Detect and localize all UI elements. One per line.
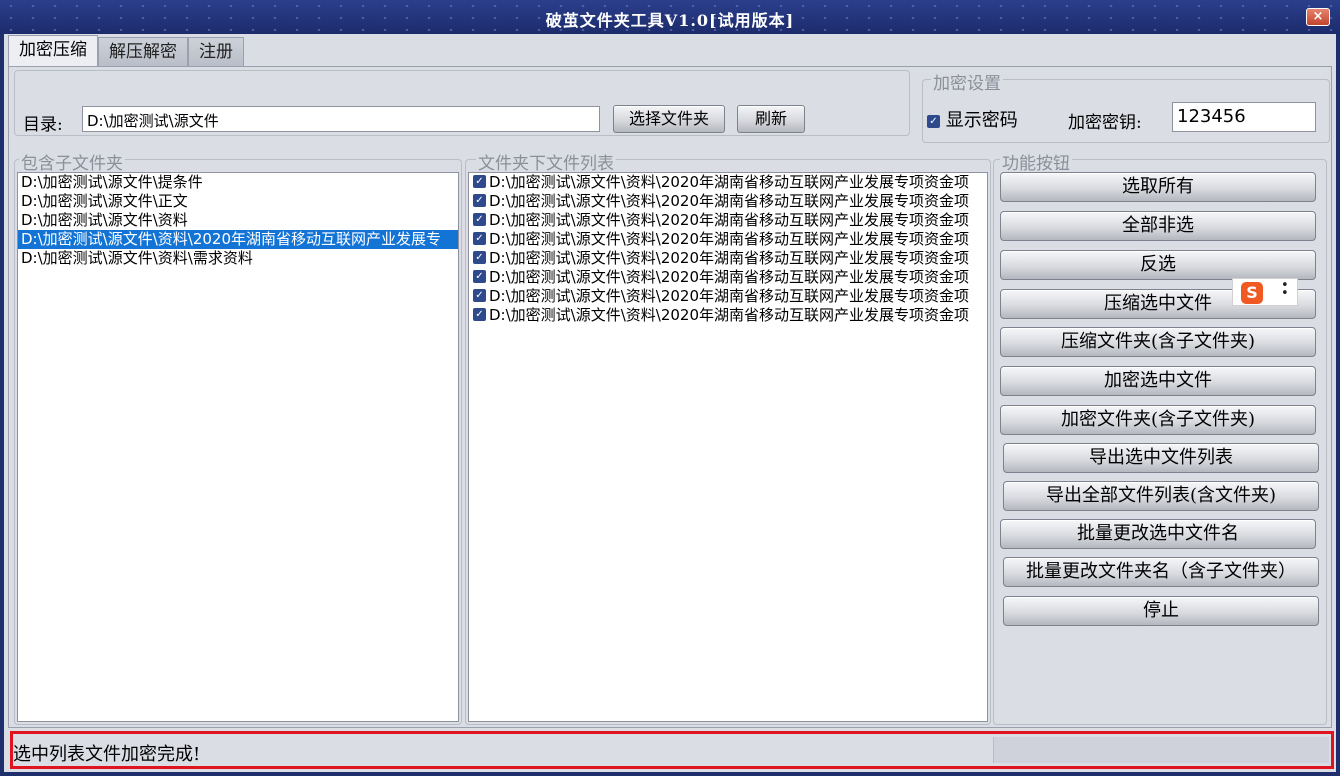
file-checkbox[interactable]: ✓ (473, 213, 486, 226)
compress-folder-button[interactable]: 压缩文件夹(含子文件夹) (1000, 327, 1316, 357)
file-checkbox[interactable]: ✓ (473, 194, 486, 207)
select-all-button[interactable]: 选取所有 (1000, 172, 1316, 202)
subfolder-item[interactable]: D:\加密测试\源文件\资料 (18, 211, 458, 230)
encrypt-selected-button[interactable]: 加密选中文件 (1000, 366, 1316, 396)
file-item[interactable]: ✓ D:\加密测试\源文件\资料\2020年湖南省移动互联网产业发展专项资金项 (469, 173, 987, 192)
subfolders-group: 包含子文件夹 D:\加密测试\源文件\提条件 D:\加密测试\源文件\正文 D:… (14, 149, 462, 725)
status-bar: 选中列表文件加密完成! (10, 731, 1334, 769)
tab-content: 目录: D:\加密测试\源文件 选择文件夹 刷新 加密设置 ✓ 显示密码 加密密… (8, 66, 1332, 728)
close-button[interactable]: × (1306, 8, 1330, 26)
file-checkbox[interactable]: ✓ (473, 251, 486, 264)
title-bar[interactable]: 破茧文件夹工具V1.0[试用版本] × (0, 0, 1340, 34)
file-item[interactable]: ✓ D:\加密测试\源文件\资料\2020年湖南省移动互联网产业发展专项资金项 (469, 249, 987, 268)
file-list[interactable]: ✓ D:\加密测试\源文件\资料\2020年湖南省移动互联网产业发展专项资金项 ✓… (468, 172, 988, 722)
file-item[interactable]: ✓ D:\加密测试\源文件\资料\2020年湖南省移动互联网产业发展专项资金项 (469, 211, 987, 230)
encryption-key-input[interactable]: 123456 (1172, 102, 1316, 132)
subfolder-item[interactable]: D:\加密测试\源文件\正文 (18, 192, 458, 211)
window-title: 破茧文件夹工具V1.0[试用版本] (545, 11, 795, 30)
file-checkbox[interactable]: ✓ (473, 175, 486, 188)
subfolder-item-selected[interactable]: D:\加密测试\源文件\资料\2020年湖南省移动互联网产业发展专 (18, 230, 458, 249)
client-area: 加密压缩 解压解密 注册 目录: D:\加密测试\源文件 选择文件夹 刷新 加密… (4, 34, 1336, 772)
export-all-list-button[interactable]: 导出全部文件列表(含文件夹) (1003, 481, 1319, 511)
show-password-option[interactable]: ✓ 显示密码 (927, 106, 1018, 132)
file-item-label: D:\加密测试\源文件\资料\2020年湖南省移动互联网产业发展专项资金项 (489, 192, 969, 210)
file-checkbox[interactable]: ✓ (473, 270, 486, 283)
encryption-legend: 加密设置 (931, 69, 1003, 94)
sogou-ime-icon[interactable]: S (1241, 282, 1263, 304)
tab-strip: 加密压缩 解压解密 注册 (8, 35, 244, 67)
subfolders-legend: 包含子文件夹 (19, 149, 125, 174)
subfolders-list[interactable]: D:\加密测试\源文件\提条件 D:\加密测试\源文件\正文 D:\加密测试\源… (17, 172, 459, 722)
tab-register[interactable]: 注册 (188, 37, 244, 67)
file-item[interactable]: ✓ D:\加密测试\源文件\资料\2020年湖南省移动互联网产业发展专项资金项 (469, 268, 987, 287)
file-item-label: D:\加密测试\源文件\资料\2020年湖南省移动互联网产业发展专项资金项 (489, 287, 969, 305)
file-checkbox[interactable]: ✓ (473, 289, 486, 302)
file-item[interactable]: ✓ D:\加密测试\源文件\资料\2020年湖南省移动互联网产业发展专项资金项 (469, 192, 987, 211)
ime-toolbar[interactable]: S • • (1232, 278, 1298, 306)
file-item[interactable]: ✓ D:\加密测试\源文件\资料\2020年湖南省移动互联网产业发展专项资金项 (469, 306, 987, 325)
tab-encrypt-compress[interactable]: 加密压缩 (8, 35, 98, 67)
batch-rename-files-button[interactable]: 批量更改选中文件名 (1000, 519, 1316, 549)
refresh-button[interactable]: 刷新 (737, 105, 805, 133)
file-item-label: D:\加密测试\源文件\资料\2020年湖南省移动互联网产业发展专项资金项 (489, 306, 969, 324)
file-list-legend: 文件夹下文件列表 (476, 149, 616, 174)
choose-folder-button[interactable]: 选择文件夹 (613, 105, 725, 133)
file-item-label: D:\加密测试\源文件\资料\2020年湖南省移动互联网产业发展专项资金项 (489, 230, 969, 248)
subfolder-item[interactable]: D:\加密测试\源文件\资料\需求资料 (18, 249, 458, 268)
status-message: 选中列表文件加密完成! (13, 744, 201, 765)
batch-rename-folders-button[interactable]: 批量更改文件夹名（含子文件夹） (1003, 557, 1319, 587)
directory-panel: 目录: D:\加密测试\源文件 选择文件夹 刷新 (14, 70, 910, 136)
status-bar-right-pane (993, 737, 1329, 763)
file-item[interactable]: ✓ D:\加密测试\源文件\资料\2020年湖南省移动互联网产业发展专项资金项 (469, 287, 987, 306)
more-icon[interactable]: • • (1281, 279, 1289, 300)
tab-decompress-decrypt[interactable]: 解压解密 (98, 37, 188, 67)
invert-selection-button[interactable]: 反选 (1000, 250, 1316, 280)
file-checkbox[interactable]: ✓ (473, 232, 486, 245)
show-password-label: 显示密码 (945, 110, 1018, 131)
file-checkbox[interactable]: ✓ (473, 308, 486, 321)
file-item-label: D:\加密测试\源文件\资料\2020年湖南省移动互联网产业发展专项资金项 (489, 173, 969, 191)
file-item-label: D:\加密测试\源文件\资料\2020年湖南省移动互联网产业发展专项资金项 (489, 249, 969, 267)
directory-input[interactable]: D:\加密测试\源文件 (82, 106, 600, 132)
stop-button[interactable]: 停止 (1003, 596, 1319, 626)
deselect-all-button[interactable]: 全部非选 (1000, 211, 1316, 241)
app-window: 破茧文件夹工具V1.0[试用版本] × 加密压缩 解压解密 注册 目录: D:\… (0, 0, 1340, 776)
file-item[interactable]: ✓ D:\加密测试\源文件\资料\2020年湖南省移动互联网产业发展专项资金项 (469, 230, 987, 249)
file-item-label: D:\加密测试\源文件\资料\2020年湖南省移动互联网产业发展专项资金项 (489, 268, 969, 286)
subfolder-item[interactable]: D:\加密测试\源文件\提条件 (18, 173, 458, 192)
export-selected-list-button[interactable]: 导出选中文件列表 (1003, 443, 1319, 473)
show-password-checkbox[interactable]: ✓ (927, 114, 940, 128)
function-buttons-legend: 功能按钮 (1000, 149, 1072, 174)
function-buttons-group: 功能按钮 选取所有 全部非选 反选 压缩选中文件 压缩文件夹(含子文件夹) 加密… (993, 149, 1327, 725)
encryption-key-label: 加密密钥: (1068, 113, 1142, 133)
encrypt-folder-button[interactable]: 加密文件夹(含子文件夹) (1000, 405, 1316, 435)
directory-label: 目录: (23, 115, 63, 135)
encryption-settings: 加密设置 ✓ 显示密码 加密密钥: 123456 (922, 69, 1330, 143)
file-item-label: D:\加密测试\源文件\资料\2020年湖南省移动互联网产业发展专项资金项 (489, 211, 969, 229)
file-list-group: 文件夹下文件列表 ✓ D:\加密测试\源文件\资料\2020年湖南省移动互联网产业… (465, 149, 991, 725)
